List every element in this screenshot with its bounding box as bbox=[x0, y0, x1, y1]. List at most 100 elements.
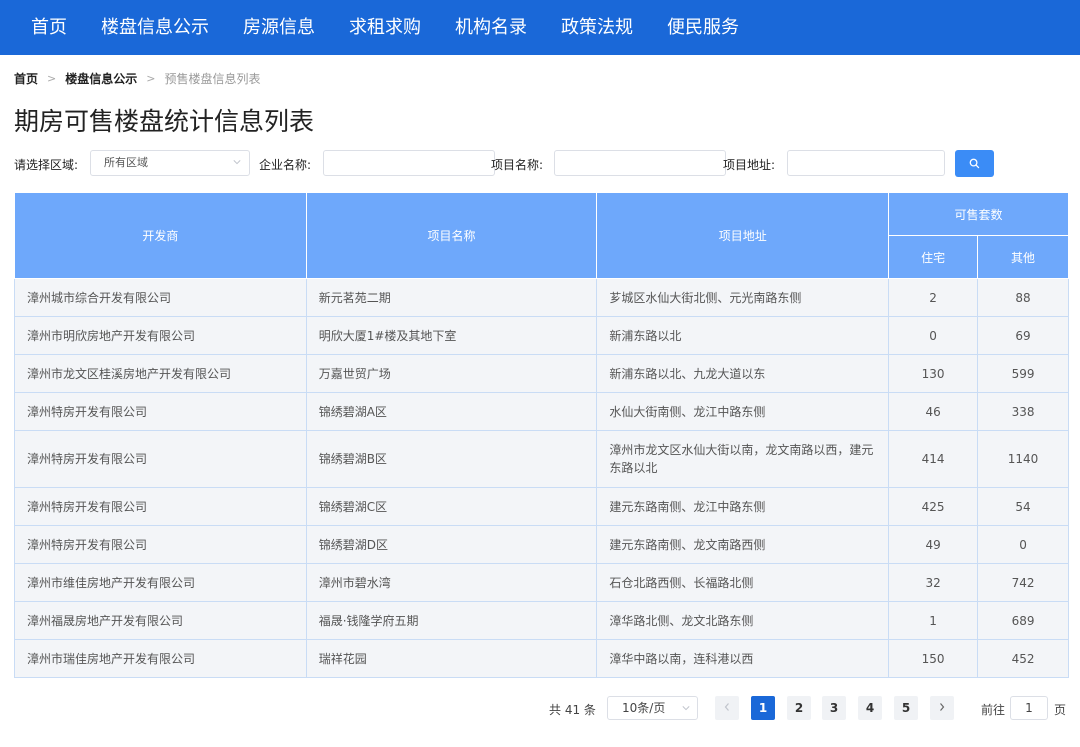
nav-item-services[interactable]: 便民服务 bbox=[650, 0, 756, 55]
nav-item-property-info[interactable]: 楼盘信息公示 bbox=[84, 0, 226, 55]
header-address: 项目地址 bbox=[596, 192, 890, 279]
top-nav: 首页 楼盘信息公示 房源信息 求租求购 机构名录 政策法规 便民服务 bbox=[0, 0, 1080, 55]
filter-bar: 请选择区域: 所有区域 企业名称: 项目名称: 项目地址: bbox=[14, 150, 1014, 177]
chevron-down-icon bbox=[233, 160, 241, 165]
cell-developer: 漳州市明欣房地产开发有限公司 bbox=[14, 316, 307, 355]
cell-address: 芗城区水仙大街北侧、元光南路东侧 bbox=[596, 278, 890, 317]
company-label: 企业名称: bbox=[259, 158, 312, 172]
cell-developer: 漳州市维佳房地产开发有限公司 bbox=[14, 563, 307, 602]
breadcrumb: 首页 > 楼盘信息公示 > 预售楼盘信息列表 bbox=[14, 70, 260, 87]
table-row: 漳州市明欣房地产开发有限公司 明欣大厦1#楼及其地下室 新浦东路以北 0 69 bbox=[14, 316, 1069, 355]
cell-residential: 425 bbox=[888, 487, 979, 526]
goto-page-input[interactable]: 1 bbox=[1010, 696, 1048, 720]
nav-item-home[interactable]: 首页 bbox=[14, 0, 84, 55]
cell-address: 漳华路北侧、龙文北路东侧 bbox=[596, 601, 890, 640]
region-label: 请选择区域: bbox=[14, 158, 79, 172]
page-button-3[interactable]: 3 bbox=[822, 696, 846, 720]
page-button-5[interactable]: 5 bbox=[894, 696, 918, 720]
cell-project: 瑞祥花园 bbox=[305, 639, 598, 678]
page-button-4[interactable]: 4 bbox=[858, 696, 882, 720]
table-row: 漳州市维佳房地产开发有限公司 漳州市碧水湾 石仓北路西侧、长福路北侧 32 74… bbox=[14, 563, 1069, 602]
cell-residential: 414 bbox=[888, 430, 979, 488]
address-label: 项目地址: bbox=[723, 158, 776, 172]
cell-developer: 漳州市龙文区桂溪房地产开发有限公司 bbox=[14, 354, 307, 393]
cell-developer: 漳州特房开发有限公司 bbox=[14, 487, 307, 526]
table-row: 漳州城市综合开发有限公司 新元茗苑二期 芗城区水仙大街北侧、元光南路东侧 2 8… bbox=[14, 278, 1069, 317]
cell-other: 599 bbox=[977, 354, 1069, 393]
cell-residential: 130 bbox=[888, 354, 979, 393]
cell-address: 石仓北路西侧、长福路北侧 bbox=[596, 563, 890, 602]
cell-project: 万嘉世贸广场 bbox=[305, 354, 598, 393]
header-residential: 住宅 bbox=[888, 235, 979, 279]
cell-address: 新浦东路以北、九龙大道以东 bbox=[596, 354, 890, 393]
goto-suffix: 页 bbox=[1054, 703, 1067, 717]
nav-item-policies[interactable]: 政策法规 bbox=[544, 0, 650, 55]
cell-other: 338 bbox=[977, 392, 1069, 431]
next-page-button[interactable] bbox=[930, 696, 954, 720]
breadcrumb-separator: > bbox=[47, 72, 57, 85]
breadcrumb-home[interactable]: 首页 bbox=[14, 70, 38, 87]
cell-project: 新元茗苑二期 bbox=[305, 278, 598, 317]
cell-address: 建元东路南侧、龙文南路西侧 bbox=[596, 525, 890, 564]
property-table: 开发商 项目名称 项目地址 可售套数 住宅 其他 漳州城市综合开发有限公司 新元… bbox=[14, 192, 1069, 678]
cell-developer: 漳州市瑞佳房地产开发有限公司 bbox=[14, 639, 307, 678]
search-button[interactable] bbox=[955, 150, 994, 177]
cell-residential: 2 bbox=[888, 278, 979, 317]
cell-developer: 漳州特房开发有限公司 bbox=[14, 392, 307, 431]
page-size-select[interactable]: 10条/页 bbox=[607, 696, 698, 720]
cell-residential: 46 bbox=[888, 392, 979, 431]
cell-other: 69 bbox=[977, 316, 1069, 355]
page-size-value: 10条/页 bbox=[622, 701, 666, 715]
breadcrumb-section[interactable]: 楼盘信息公示 bbox=[65, 70, 137, 87]
table-row: 漳州市瑞佳房地产开发有限公司 瑞祥花园 漳华中路以南，连科港以西 150 452 bbox=[14, 639, 1069, 678]
chevron-left-icon bbox=[724, 703, 729, 711]
breadcrumb-separator: > bbox=[146, 72, 156, 85]
cell-project: 福晟·钱隆学府五期 bbox=[305, 601, 598, 640]
cell-residential: 32 bbox=[888, 563, 979, 602]
header-project: 项目名称 bbox=[305, 192, 598, 279]
cell-project: 锦绣碧湖A区 bbox=[305, 392, 598, 431]
region-select-value: 所有区域 bbox=[104, 156, 148, 169]
page-button-1[interactable]: 1 bbox=[751, 696, 775, 720]
nav-item-rent-buy[interactable]: 求租求购 bbox=[332, 0, 438, 55]
nav-item-listings[interactable]: 房源信息 bbox=[226, 0, 332, 55]
address-input[interactable] bbox=[787, 150, 945, 176]
table-row: 漳州福晟房地产开发有限公司 福晟·钱隆学府五期 漳华路北侧、龙文北路东侧 1 6… bbox=[14, 601, 1069, 640]
cell-other: 88 bbox=[977, 278, 1069, 317]
cell-address: 漳华中路以南，连科港以西 bbox=[596, 639, 890, 678]
table-row: 漳州市龙文区桂溪房地产开发有限公司 万嘉世贸广场 新浦东路以北、九龙大道以东 1… bbox=[14, 354, 1069, 393]
cell-other: 689 bbox=[977, 601, 1069, 640]
breadcrumb-current: 预售楼盘信息列表 bbox=[164, 72, 261, 86]
region-select[interactable]: 所有区域 bbox=[90, 150, 250, 176]
cell-address: 建元东路南侧、龙江中路东侧 bbox=[596, 487, 890, 526]
project-input[interactable] bbox=[554, 150, 726, 176]
company-input[interactable] bbox=[323, 150, 495, 176]
cell-residential: 150 bbox=[888, 639, 979, 678]
cell-other: 1140 bbox=[977, 430, 1069, 488]
header-other: 其他 bbox=[977, 235, 1069, 279]
cell-project: 锦绣碧湖C区 bbox=[305, 487, 598, 526]
chevron-down-icon bbox=[682, 706, 690, 711]
chevron-right-icon bbox=[940, 703, 945, 711]
cell-other: 742 bbox=[977, 563, 1069, 602]
page-button-2[interactable]: 2 bbox=[787, 696, 811, 720]
table-row: 漳州特房开发有限公司 锦绣碧湖C区 建元东路南侧、龙江中路东侧 425 54 bbox=[14, 487, 1069, 526]
cell-residential: 0 bbox=[888, 316, 979, 355]
cell-residential: 1 bbox=[888, 601, 979, 640]
cell-other: 452 bbox=[977, 639, 1069, 678]
cell-developer: 漳州福晟房地产开发有限公司 bbox=[14, 601, 307, 640]
table-row: 漳州特房开发有限公司 锦绣碧湖A区 水仙大街南侧、龙江中路东侧 46 338 bbox=[14, 392, 1069, 431]
cell-address: 新浦东路以北 bbox=[596, 316, 890, 355]
prev-page-button[interactable] bbox=[715, 696, 739, 720]
cell-project: 明欣大厦1#楼及其地下室 bbox=[305, 316, 598, 355]
table-row: 漳州特房开发有限公司 锦绣碧湖D区 建元东路南侧、龙文南路西侧 49 0 bbox=[14, 525, 1069, 564]
nav-item-agencies[interactable]: 机构名录 bbox=[438, 0, 544, 55]
goto-label: 前往 bbox=[981, 703, 1006, 717]
cell-other: 0 bbox=[977, 525, 1069, 564]
cell-project: 漳州市碧水湾 bbox=[305, 563, 598, 602]
cell-residential: 49 bbox=[888, 525, 979, 564]
cell-developer: 漳州特房开发有限公司 bbox=[14, 430, 307, 488]
page-title: 期房可售楼盘统计信息列表 bbox=[14, 107, 315, 136]
pagination-total: 共 41 条 bbox=[549, 703, 596, 717]
cell-address: 水仙大街南侧、龙江中路东侧 bbox=[596, 392, 890, 431]
